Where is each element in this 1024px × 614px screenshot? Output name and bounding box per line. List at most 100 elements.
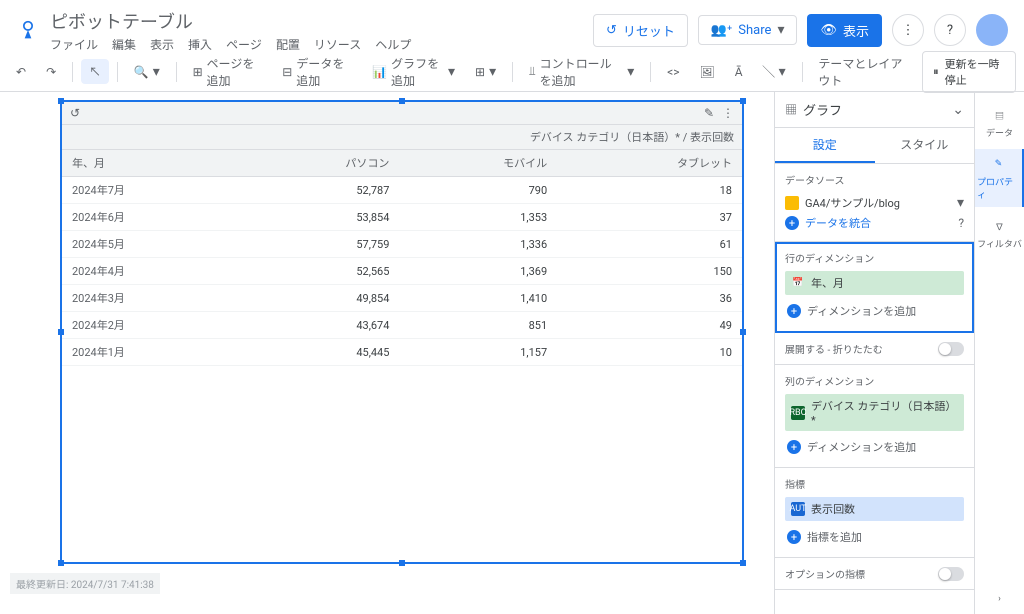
line-button[interactable]: ╲▾ <box>755 59 794 84</box>
undo-button[interactable]: ↶ <box>8 61 34 83</box>
canvas[interactable]: ↺ ✎ ⋮ デバイス カテゴリ（日本語）* / 表示回数 年、月 パソコン モバ… <box>0 92 774 614</box>
menu-file[interactable]: ファイル <box>50 36 98 53</box>
help-icon[interactable]: ? <box>958 216 964 230</box>
reset-button[interactable]: ↺ リセット <box>593 14 688 47</box>
cell: 49,854 <box>242 285 400 312</box>
metric-chip-label: 表示回数 <box>811 501 855 517</box>
cell: 1,410 <box>399 285 557 312</box>
theme-button[interactable]: テーマとレイアウト <box>810 51 914 93</box>
document-title[interactable]: ピボットテーブル <box>50 8 593 34</box>
plus-icon[interactable]: + <box>785 216 799 230</box>
row-label: 2024年4月 <box>62 258 242 285</box>
more-icon[interactable]: ⋮ <box>722 106 734 120</box>
tab-style[interactable]: スタイル <box>875 128 975 163</box>
row-label: 2024年1月 <box>62 339 242 366</box>
cell: 1,369 <box>399 258 557 285</box>
pivot-table: 年、月 パソコン モバイル タブレット 2024年7月52,7877901820… <box>62 150 742 366</box>
image-icon: 🖼 <box>700 65 715 79</box>
selected-pivot-chart[interactable]: ↺ ✎ ⋮ デバイス カテゴリ（日本語）* / 表示回数 年、月 パソコン モバ… <box>60 100 744 564</box>
undo-icon: ↺ <box>606 23 617 38</box>
share-button[interactable]: 👥⁺ Share ▾ <box>698 15 798 45</box>
calendar-icon: 📅 <box>791 276 805 290</box>
add-chart-button[interactable]: 📊グラフを追加▾ <box>364 51 463 93</box>
rail-data[interactable]: ▤ データ <box>975 100 1024 145</box>
theme-label: テーマとレイアウト <box>818 55 906 89</box>
col-dim-chip[interactable]: RBC デバイス カテゴリ（日本語）* <box>785 394 964 431</box>
filter-icon: ∇ <box>991 217 1009 235</box>
menu-edit[interactable]: 編集 <box>112 36 136 53</box>
page-plus-icon: ⊞ <box>193 65 203 79</box>
chevron-down-icon: ▾ <box>957 195 964 211</box>
menu-page[interactable]: ページ <box>226 36 262 53</box>
add-row-dimension[interactable]: + ディメンションを追加 <box>785 299 964 323</box>
tab-settings[interactable]: 設定 <box>775 128 875 163</box>
metric-chip[interactable]: AUT 表示回数 <box>785 497 964 521</box>
chart-icon: 📊 <box>372 65 387 79</box>
app-logo[interactable] <box>16 18 40 42</box>
cell: 1,353 <box>399 204 557 231</box>
expand-toggle[interactable] <box>938 342 964 356</box>
user-avatar[interactable] <box>976 14 1008 46</box>
embed-button[interactable]: <> <box>659 61 687 83</box>
datasource-row[interactable]: GA4/サンプル/blog ▾ <box>785 193 964 213</box>
redo-icon: ↷ <box>46 65 56 79</box>
undo-icon[interactable]: ↺ <box>70 106 80 120</box>
blend-data-link[interactable]: データを統合 <box>805 215 871 231</box>
last-update-label: 最終更新日: 2024/7/31 7:41:38 <box>10 573 160 594</box>
cell: 52,565 <box>242 258 400 285</box>
community-viz-button[interactable]: ⊞▾ <box>467 60 504 84</box>
menu-help[interactable]: ヘルプ <box>375 36 411 53</box>
redo-button[interactable]: ↷ <box>38 61 64 83</box>
control-icon: ⫫ <box>529 64 536 79</box>
add-col-dim-label: ディメンションを追加 <box>807 439 916 455</box>
pause-icon: ⏸ <box>933 65 939 79</box>
pause-update-button[interactable]: ⏸更新を一時停止 <box>922 51 1016 93</box>
reset-label: リセット <box>623 21 675 40</box>
rail-property[interactable]: ✎ プロパティ <box>975 149 1024 207</box>
menu-resource[interactable]: リソース <box>314 36 361 53</box>
table-row: 2024年5月57,7591,33661 <box>62 231 742 258</box>
rail-expand[interactable]: › <box>975 584 1024 614</box>
menu-view[interactable]: 表示 <box>150 36 174 53</box>
add-col-dimension[interactable]: + ディメンションを追加 <box>785 435 964 459</box>
more-options-button[interactable]: ⋮ <box>892 14 924 46</box>
row-dimension-section: 行のディメンション 📅 年、月 + ディメンションを追加 <box>775 242 974 333</box>
rail-filter[interactable]: ∇ フィルタバ <box>975 211 1024 256</box>
cell: 49 <box>557 312 742 339</box>
menu-insert[interactable]: 挿入 <box>188 36 212 53</box>
add-page-button[interactable]: ⊞ページを追加 <box>185 51 271 93</box>
cell: 1,336 <box>399 231 557 258</box>
text-button[interactable]: Ā <box>727 61 751 83</box>
row-dim-chip[interactable]: 📅 年、月 <box>785 271 964 295</box>
col-header-2[interactable]: タブレット <box>557 150 742 177</box>
help-button[interactable]: ? <box>934 14 966 46</box>
menu-arrange[interactable]: 配置 <box>276 36 300 53</box>
abc-icon: RBC <box>791 406 805 420</box>
add-control-button[interactable]: ⫫コントロールを追加▾ <box>521 51 642 93</box>
add-data-button[interactable]: ⊟データを追加 <box>274 51 360 93</box>
row-label: 2024年2月 <box>62 312 242 339</box>
optional-metric-toggle[interactable] <box>938 567 964 581</box>
image-button[interactable]: 🖼 <box>692 61 723 83</box>
edit-icon[interactable]: ✎ <box>704 106 714 120</box>
undo-icon: ↶ <box>16 65 26 79</box>
pointer-tool[interactable]: ↖ <box>81 59 109 84</box>
cell: 36 <box>557 285 742 312</box>
more-vertical-icon: ⋮ <box>902 23 915 38</box>
zoom-tool[interactable]: 🔍▾ <box>126 60 168 84</box>
view-button[interactable]: 👁 表示 <box>807 14 882 47</box>
cell: 10 <box>557 339 742 366</box>
col-header-0[interactable]: パソコン <box>242 150 400 177</box>
chevron-down-icon[interactable]: ⌄ <box>952 102 964 118</box>
cell: 61 <box>557 231 742 258</box>
chart-type-icon[interactable]: ▦ <box>785 101 797 118</box>
row-label: 2024年3月 <box>62 285 242 312</box>
text-icon: Ā <box>735 65 743 79</box>
metric-label: 指標 <box>785 476 964 491</box>
view-label: 表示 <box>843 21 869 40</box>
table-row: 2024年4月52,5651,369150 <box>62 258 742 285</box>
row-header[interactable]: 年、月 <box>62 150 242 177</box>
col-header-1[interactable]: モバイル <box>399 150 557 177</box>
add-metric[interactable]: + 指標を追加 <box>785 525 964 549</box>
cell: 52,787 <box>242 177 400 204</box>
